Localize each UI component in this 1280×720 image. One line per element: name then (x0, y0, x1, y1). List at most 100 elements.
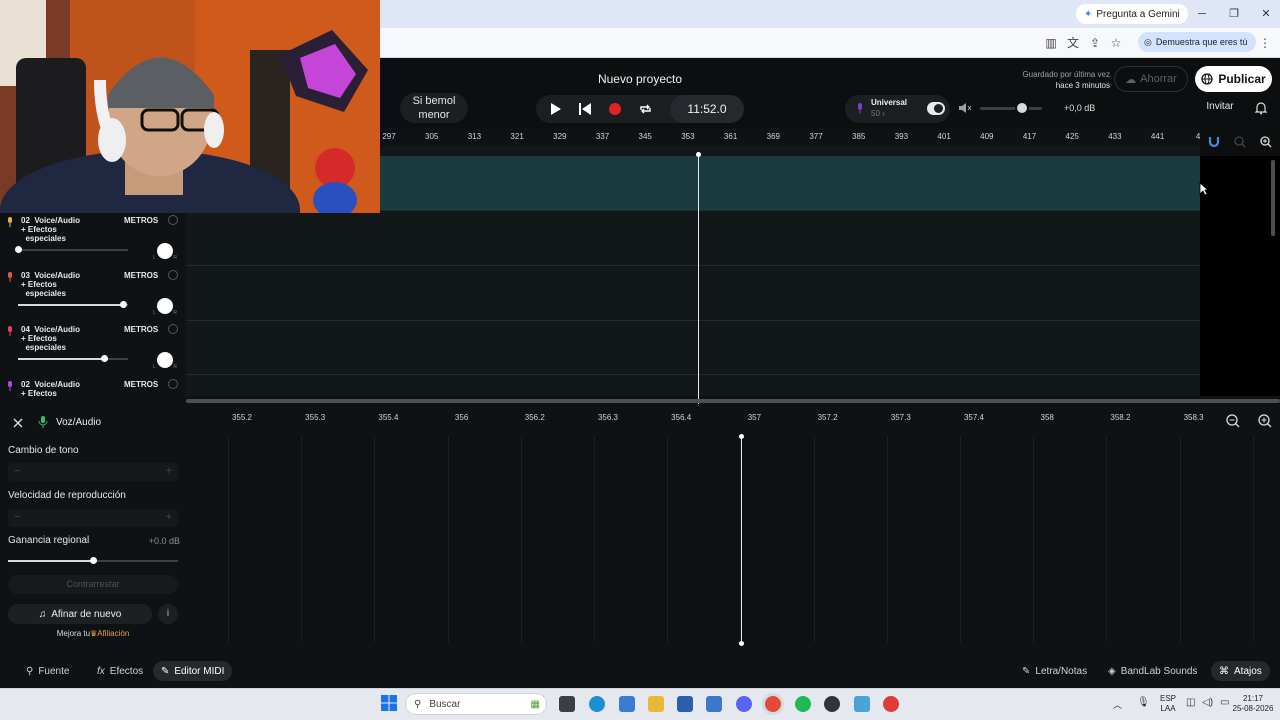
track-mic-icon (6, 217, 14, 227)
tracks-vertical-scrollbar[interactable] (1271, 160, 1275, 236)
upgrade-link[interactable]: Mejora tu♛Afiliación (8, 629, 178, 638)
battery-icon[interactable]: ▭ (1220, 697, 1229, 708)
obs-icon[interactable] (824, 696, 840, 712)
editor-zoom-in-icon[interactable] (1258, 414, 1272, 428)
track-volume-thumb[interactable] (119, 301, 127, 308)
universal-tuner[interactable]: Universal 50 › (845, 95, 950, 123)
editor-ruler[interactable] (186, 406, 1218, 436)
counter-button[interactable]: Contrarrestar (8, 575, 178, 594)
track-name[interactable]: 02 Voice/Audio+ Efectos especiales (21, 216, 101, 243)
track-volume-thumb[interactable] (100, 355, 108, 362)
speed-stepper[interactable]: − + (8, 509, 178, 527)
playhead-handle[interactable] (696, 152, 701, 157)
tracks-horizontal-scrollbar[interactable] (186, 399, 1280, 403)
pitch-plus-icon[interactable]: + (166, 465, 172, 477)
audio-clip[interactable] (380, 156, 1200, 210)
menu-kebab-icon[interactable]: ⋮ (1257, 35, 1273, 51)
reading-mode-icon[interactable]: ▥ (1043, 35, 1059, 51)
invite-button[interactable]: Invitar (1200, 101, 1240, 112)
minimize-icon[interactable]: ─ (1193, 5, 1211, 23)
chrome-icon[interactable] (765, 696, 781, 712)
tray-chevron-icon[interactable]: ︿ (1113, 698, 1122, 711)
key-selector[interactable]: Si bemol menor (400, 93, 468, 123)
track-meter-toggle[interactable]: METROS (124, 380, 158, 389)
tray-mic-icon[interactable]: 🎙 (1137, 697, 1150, 708)
speed-plus-icon[interactable]: + (166, 511, 172, 523)
pitch-stepper[interactable]: − + (8, 463, 178, 481)
chevron-down-icon[interactable] (168, 215, 178, 225)
chevron-down-icon[interactable] (168, 324, 178, 334)
discord-icon[interactable] (736, 696, 752, 712)
track-meter-toggle[interactable]: METROS (124, 271, 158, 280)
play-button[interactable] (540, 95, 570, 123)
tab-shortcuts[interactable]: ⌘ Atajos (1211, 661, 1270, 681)
share-icon[interactable]: ⇪ (1087, 35, 1103, 51)
track-header[interactable]: 02 Voice/Audio+ Efectos especiales METROS… (0, 213, 186, 267)
app-icon-red[interactable] (883, 696, 899, 712)
track-header[interactable]: 02 Voice/Audio+ Efectos especiales METROS… (0, 377, 186, 399)
track-name[interactable]: 02 Voice/Audio+ Efectos especiales (21, 380, 101, 399)
tab-effects[interactable]: fx Efectos (89, 661, 151, 681)
chevron-down-icon[interactable] (168, 379, 178, 389)
chevron-down-icon[interactable] (168, 270, 178, 280)
track-name[interactable]: 03 Voice/Audio + Efectos especiales (21, 271, 101, 298)
zoom-in-top-icon[interactable] (1260, 136, 1272, 148)
pitch-minus-icon[interactable]: − (14, 465, 20, 477)
clock[interactable]: 21:17 25-08-2026 (1232, 694, 1274, 714)
master-volume-slider[interactable] (980, 107, 1042, 110)
windows-start-icon[interactable] (381, 695, 397, 711)
editor-grid[interactable] (186, 436, 1280, 642)
save-button[interactable]: ☁ Ahorrar (1114, 66, 1188, 92)
task-view-icon[interactable] (559, 696, 575, 712)
spotify-icon[interactable] (795, 696, 811, 712)
rewind-button[interactable] (570, 95, 600, 123)
tab-lyrics[interactable]: ✎ Letra/Notas (1014, 661, 1095, 681)
tab-source[interactable]: ⚲ Fuente (18, 661, 77, 681)
taskbar-search[interactable]: ⚲ Buscar ▦ (405, 693, 547, 715)
universal-toggle[interactable] (927, 102, 945, 115)
volume-icon[interactable]: ◁) (1202, 697, 1213, 708)
loop-button[interactable] (630, 95, 660, 123)
gain-slider-thumb[interactable] (90, 557, 97, 564)
editor-playhead[interactable] (741, 436, 742, 644)
bell-icon[interactable] (1254, 101, 1268, 115)
network-icon[interactable]: ◫ (1186, 697, 1195, 708)
track-header[interactable]: 03 Voice/Audio + Efectos especiales METROS… (0, 268, 186, 322)
track-name[interactable]: 04 Voice/Audio + Efectos especiales (21, 325, 101, 352)
tab-midi-editor[interactable]: ✎ Editor MIDI (153, 661, 233, 681)
mute-speaker-icon[interactable] (959, 102, 973, 114)
language-indicator[interactable]: ESP LAA (1156, 694, 1180, 714)
track-meter-toggle[interactable]: METROS (124, 325, 158, 334)
time-display[interactable]: 11:52.0 (670, 95, 744, 123)
track-header[interactable]: 04 Voice/Audio + Efectos especiales METROS… (0, 322, 186, 376)
close-window-icon[interactable]: ✕ (1257, 5, 1275, 23)
file-explorer-icon[interactable] (648, 696, 664, 712)
captcha-chip[interactable]: ◎ Demuestra que eres tú (1138, 32, 1257, 52)
store-icon[interactable] (619, 696, 635, 712)
playhead[interactable] (698, 154, 699, 404)
gemini-button[interactable]: ✦ Pregunta a Gemini (1076, 4, 1188, 24)
translate-icon[interactable]: 文 (1065, 35, 1081, 51)
track-volume-thumb[interactable] (15, 246, 22, 253)
editor-zoom-out-icon[interactable] (1226, 414, 1240, 428)
track-volume-slider[interactable] (18, 249, 128, 251)
tab-bandlab-sounds[interactable]: ◈ BandLab Sounds (1100, 661, 1205, 681)
zoom-out-top-icon[interactable] (1234, 136, 1246, 148)
project-title[interactable]: Nuevo proyecto (560, 72, 720, 86)
close-editor-icon[interactable] (11, 416, 25, 430)
record-button[interactable] (600, 95, 630, 123)
app-icon-blue[interactable] (677, 696, 693, 712)
track-meter-toggle[interactable]: METROS (124, 216, 158, 225)
edge-icon[interactable] (589, 696, 605, 712)
magnet-icon[interactable] (1208, 136, 1220, 148)
photos-icon[interactable] (854, 696, 870, 712)
retune-button[interactable]: ♫ Afinar de nuevo (8, 604, 152, 624)
editor-playhead-handle-top[interactable] (739, 434, 744, 439)
publish-button[interactable]: Publicar (1195, 66, 1272, 92)
outlook-icon[interactable] (706, 696, 722, 712)
editor-playhead-handle-bottom[interactable] (739, 641, 744, 646)
bookmark-star-icon[interactable]: ☆ (1108, 35, 1124, 51)
info-icon[interactable]: i (158, 604, 178, 624)
maximize-icon[interactable]: ❐ (1225, 5, 1243, 23)
speed-minus-icon[interactable]: − (14, 511, 20, 523)
